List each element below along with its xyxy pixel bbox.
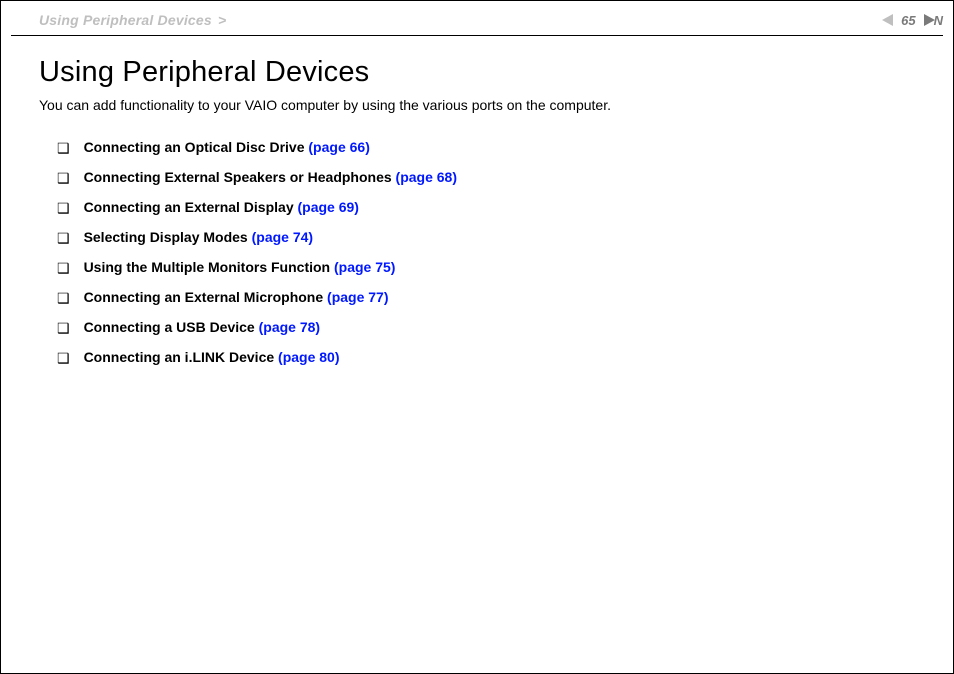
- list-item-label: Connecting External Speakers or Headphon…: [84, 169, 457, 185]
- bullet-icon: ❑: [57, 229, 70, 247]
- list-item-label: Connecting an External Microphone (page …: [84, 289, 389, 305]
- list-item-label: Selecting Display Modes (page 74): [84, 229, 314, 245]
- page-link[interactable]: (page 66): [308, 139, 369, 155]
- next-page-label: N: [934, 13, 943, 28]
- page-link[interactable]: (page 78): [259, 319, 320, 335]
- page-link[interactable]: (page 75): [334, 259, 395, 275]
- intro-paragraph: You can add functionality to your VAIO c…: [39, 97, 937, 113]
- list-item-label: Connecting an Optical Disc Drive (page 6…: [84, 139, 370, 155]
- list-item: ❑ Connecting External Speakers or Headph…: [57, 169, 937, 187]
- page-link[interactable]: (page 68): [396, 169, 457, 185]
- page-link[interactable]: (page 69): [298, 199, 359, 215]
- list-item: ❑ Connecting an External Display (page 6…: [57, 199, 937, 217]
- next-page-button[interactable]: N: [922, 13, 943, 28]
- list-item-label: Connecting an External Display (page 69): [84, 199, 359, 215]
- list-item: ❑ Using the Multiple Monitors Function (…: [57, 259, 937, 277]
- bullet-icon: ❑: [57, 169, 70, 187]
- breadcrumb: Using Peripheral Devices >: [11, 12, 226, 28]
- list-item: ❑ Selecting Display Modes (page 74): [57, 229, 937, 247]
- list-item-label: Connecting an i.LINK Device (page 80): [84, 349, 340, 365]
- triangle-left-icon: [881, 13, 895, 27]
- bullet-icon: ❑: [57, 319, 70, 337]
- list-item-label: Connecting a USB Device (page 78): [84, 319, 321, 335]
- list-item-label: Using the Multiple Monitors Function (pa…: [84, 259, 396, 275]
- header-bar: Using Peripheral Devices > 65 N: [11, 7, 943, 33]
- list-item: ❑ Connecting a USB Device (page 78): [57, 319, 937, 337]
- page-link[interactable]: (page 77): [327, 289, 388, 305]
- page-link[interactable]: (page 80): [278, 349, 339, 365]
- list-item: ❑ Connecting an Optical Disc Drive (page…: [57, 139, 937, 157]
- page-navigator: 65 N: [881, 13, 943, 28]
- prev-page-button[interactable]: [881, 13, 895, 27]
- list-item: ❑ Connecting an External Microphone (pag…: [57, 289, 937, 307]
- page-number: 65: [901, 13, 915, 28]
- bullet-icon: ❑: [57, 199, 70, 217]
- list-item: ❑ Connecting an i.LINK Device (page 80): [57, 349, 937, 367]
- page-link[interactable]: (page 74): [252, 229, 313, 245]
- breadcrumb-section: Using Peripheral Devices: [39, 12, 212, 28]
- bullet-icon: ❑: [57, 349, 70, 367]
- topic-link-list: ❑ Connecting an Optical Disc Drive (page…: [39, 139, 937, 367]
- content-area: Using Peripheral Devices You can add fun…: [11, 36, 943, 367]
- bullet-icon: ❑: [57, 139, 70, 157]
- bullet-icon: ❑: [57, 259, 70, 277]
- page-frame: Using Peripheral Devices > 65 N Using Pe…: [0, 0, 954, 674]
- breadcrumb-chevron-icon: >: [216, 12, 226, 28]
- page-title: Using Peripheral Devices: [39, 56, 937, 89]
- bullet-icon: ❑: [57, 289, 70, 307]
